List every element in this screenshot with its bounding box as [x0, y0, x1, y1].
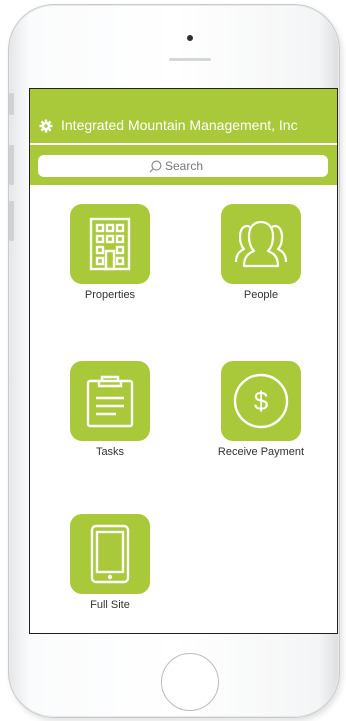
tile-label: Receive Payment [217, 446, 305, 458]
tile-properties-button[interactable] [70, 204, 150, 284]
tile-receive-payment[interactable]: $ Receive Payment [206, 361, 316, 458]
tile-full-site-button[interactable] [70, 514, 150, 594]
dollar-icon: $ [233, 373, 289, 429]
app-header: Integrated Mountain Management, Inc [30, 89, 337, 145]
front-camera [187, 35, 193, 41]
search-icon [149, 160, 162, 172]
tile-label: People [243, 289, 279, 301]
tile-receive-payment-button[interactable]: $ [221, 361, 301, 441]
home-button[interactable] [161, 653, 219, 711]
gear-icon[interactable] [39, 119, 53, 133]
app-screen: Integrated Mountain Management, Inc Sear… [29, 88, 338, 634]
tile-label: Tasks [95, 446, 125, 458]
volume-up-button [9, 145, 14, 185]
people-icon [234, 220, 288, 268]
silent-switch [9, 93, 14, 115]
tile-people-button[interactable] [221, 204, 301, 284]
app-title: Integrated Mountain Management, Inc [61, 117, 298, 133]
search-box[interactable] [38, 155, 328, 177]
tile-label: Full Site [90, 599, 130, 611]
building-icon [89, 217, 131, 271]
tile-tasks-button[interactable] [70, 361, 150, 441]
tile-tasks[interactable]: Tasks [55, 361, 165, 458]
tile-properties[interactable]: Properties [55, 204, 165, 301]
tile-label: Properties [84, 289, 136, 301]
tile-full-site[interactable]: Full Site [55, 514, 165, 611]
search-input[interactable] [165, 159, 217, 173]
speaker-grille [169, 58, 211, 61]
search-bar [30, 145, 337, 185]
dollar-symbol: $ [254, 386, 269, 416]
clipboard-icon [86, 375, 134, 428]
tile-people[interactable]: People [206, 204, 316, 301]
tablet-icon [90, 524, 130, 584]
volume-down-button [9, 201, 14, 241]
